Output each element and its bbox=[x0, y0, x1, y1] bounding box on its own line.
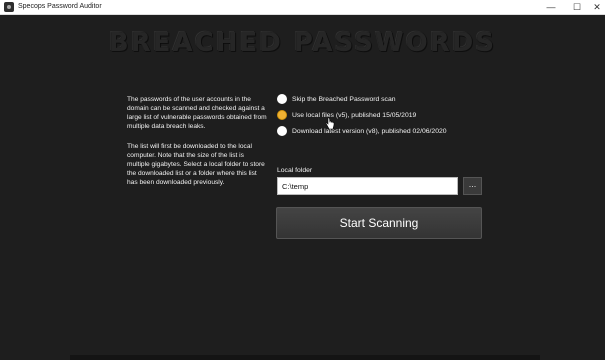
radio-download-latest[interactable] bbox=[277, 126, 287, 136]
start-scanning-button[interactable]: Start Scanning bbox=[276, 207, 482, 239]
radio-use-local-files[interactable] bbox=[277, 110, 287, 120]
option-use-local-files-label: Use local files (v5), published 15/05/20… bbox=[292, 111, 417, 119]
window-title: Specops Password Auditor bbox=[18, 3, 102, 10]
local-folder-input[interactable] bbox=[277, 177, 458, 195]
title-bar: Specops Password Auditor — ☐ ✕ bbox=[0, 0, 605, 15]
hand-pointer-icon bbox=[325, 117, 335, 130]
local-folder-label: Local folder bbox=[277, 167, 313, 174]
option-skip-scan[interactable]: Skip the Breached Password scan bbox=[277, 93, 396, 105]
app-icon bbox=[4, 2, 14, 12]
close-button[interactable]: ✕ bbox=[584, 0, 605, 15]
option-download-latest[interactable]: Download latest version (v8), published … bbox=[277, 125, 447, 137]
page-banner: BREACHED PASSWORDS bbox=[108, 28, 497, 58]
option-skip-scan-label: Skip the Breached Password scan bbox=[292, 95, 396, 103]
browse-folder-button[interactable]: ... bbox=[463, 177, 482, 195]
radio-skip-scan[interactable] bbox=[277, 94, 287, 104]
description-note: The list will first be downloaded to the… bbox=[127, 143, 265, 186]
option-download-latest-label: Download latest version (v8), published … bbox=[292, 127, 447, 135]
bottom-bar bbox=[70, 355, 540, 360]
option-use-local-files[interactable]: Use local files (v5), published 15/05/20… bbox=[277, 109, 416, 121]
minimize-button[interactable]: — bbox=[538, 0, 564, 15]
description-text: The passwords of the user accounts in th… bbox=[127, 96, 267, 130]
